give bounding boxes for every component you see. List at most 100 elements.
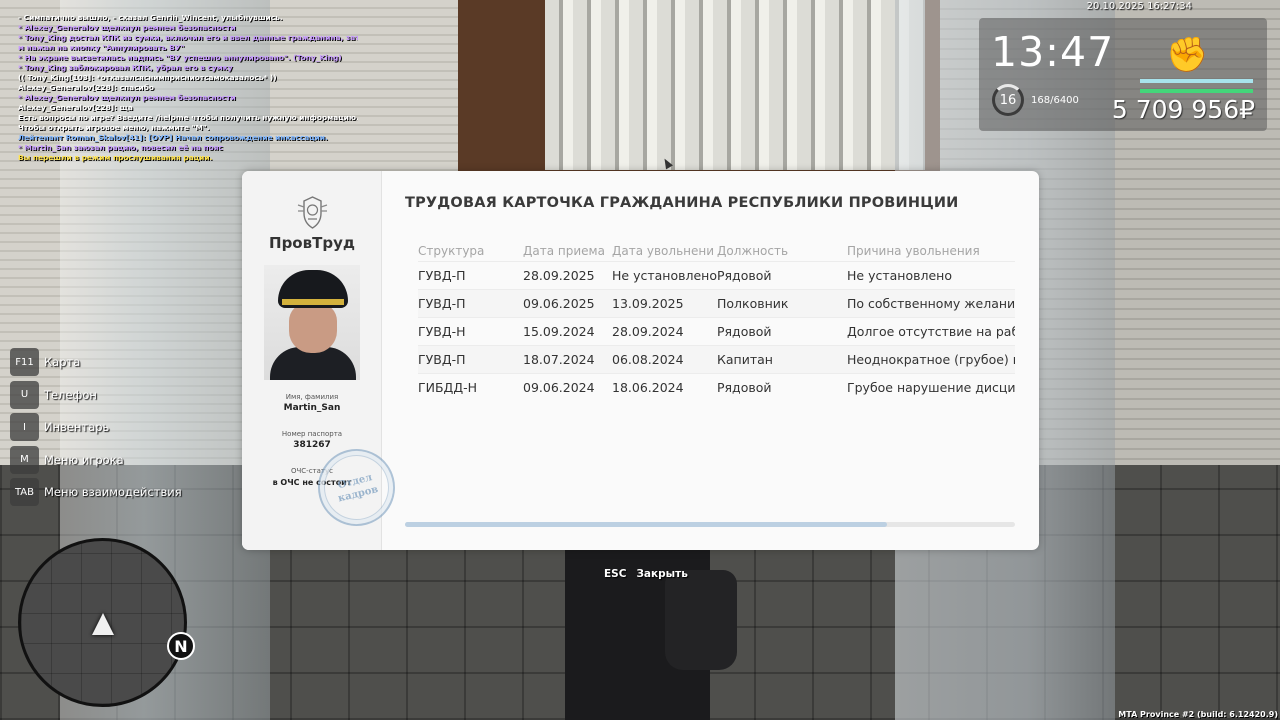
key-f11: F11 <box>10 348 39 377</box>
table-header: Структура Дата приема Дата увольнени Дол… <box>418 241 1015 261</box>
hire-date-cell: 15.09.2024 <box>523 324 595 339</box>
key-u: U <box>10 380 39 409</box>
chat-message: Alexey_Generalov[228]: ща <box>18 103 133 112</box>
server-datetime: 20.10.2025 16:27:34 <box>1086 1 1192 12</box>
keybind-inventory[interactable]: I Инвентарь <box>10 411 182 444</box>
position-cell: Рядовой <box>717 324 772 339</box>
work-record-dialog: ПровТруд Имя, фамилия Martin_San Номер п… <box>242 171 1039 550</box>
position-cell: Рядовой <box>717 268 772 283</box>
structure-cell: ГУВД-П <box>418 296 466 311</box>
reason-cell: Грубое нарушение дисципли <box>847 380 1015 395</box>
keybind-label: Меню взаимодействия <box>44 485 182 500</box>
column-header: Структура <box>418 244 485 258</box>
money-balance: 5 709 956₽ <box>1111 95 1255 124</box>
structure-cell: ГУВД-Н <box>418 324 466 339</box>
passport-label: Номер паспорта <box>281 430 343 438</box>
minimap <box>18 538 187 707</box>
north-compass-icon: N <box>167 632 195 660</box>
esc-key: ESC <box>604 568 627 580</box>
structure-cell: ГИБДД-Н <box>418 380 477 395</box>
keybind-phone[interactable]: U Телефон <box>10 379 182 412</box>
chat-message: * Tony_King достал КПК из сумки, включил… <box>18 33 358 42</box>
hire-date-cell: 28.09.2025 <box>523 268 595 283</box>
employment-table: Структура Дата приема Дата увольнени Дол… <box>418 241 1015 401</box>
window-blinds <box>545 0 925 170</box>
table-row: ГУВД-П 09.06.2025 13.09.2025 Полковник По со… <box>418 289 1015 317</box>
table-row: ГУВД-П 18.07.2024 06.08.2024 Капитан Неоднок… <box>418 345 1015 373</box>
table-row: ГУВД-Н 15.09.2024 28.09.2024 Рядовой Долгое … <box>418 317 1015 345</box>
keybind-player-menu[interactable]: M Меню игрока <box>10 444 182 477</box>
dismissal-date-cell: 13.09.2025 <box>612 296 684 311</box>
reason-cell: Неоднократное (грубое) нар <box>847 352 1015 367</box>
keybind-interaction-menu[interactable]: TAB Меню взаимодействия <box>10 476 182 509</box>
chat-message: Лейтенант Roman_Skalov[41]: [ОУР] Начал … <box>18 133 328 142</box>
hire-date-cell: 09.06.2025 <box>523 296 595 311</box>
health-bar <box>1140 79 1253 83</box>
horizontal-scrollbar[interactable] <box>405 522 1015 527</box>
dismissal-date-cell: 06.08.2024 <box>612 352 684 367</box>
structure-cell: ГУВД-П <box>418 268 466 283</box>
scrollbar-thumb[interactable] <box>405 522 887 527</box>
hire-date-cell: 09.06.2024 <box>523 380 595 395</box>
dismissal-date-cell: 28.09.2024 <box>612 324 684 339</box>
chat-message: (( Tony_King[103]: *отказалсяснимприснио… <box>18 73 277 82</box>
table-row: ГУВД-П 28.09.2025 Не установлено Рядовой Не … <box>418 261 1015 289</box>
chat-message: * Martin_San заюзал рацию, повесил её на… <box>18 143 223 152</box>
reason-cell: По собственному желанию. <box>847 296 1015 311</box>
keybind-label: Инвентарь <box>44 420 110 435</box>
photo-face <box>289 303 337 353</box>
column-header: Дата увольнени <box>612 244 715 258</box>
position-cell: Капитан <box>717 352 773 367</box>
table-row: ГИБДД-Н 09.06.2024 18.06.2024 Рядовой Грубое… <box>418 373 1015 401</box>
armor-bar <box>1140 89 1253 93</box>
level-indicator: 16 <box>992 84 1024 116</box>
close-label: Закрыть <box>636 568 688 580</box>
column-header: Должность <box>717 244 789 258</box>
chat-message: Alexey_Generalov[228]: спасибо <box>18 83 154 92</box>
chat-message: * Alexey_Generalov щелкнул ремнем безопа… <box>18 93 236 102</box>
key-i: I <box>10 413 39 442</box>
hire-date-cell: 18.07.2024 <box>523 352 595 367</box>
structure-cell: ГУВД-П <box>418 352 466 367</box>
photo-cap-band <box>282 299 344 305</box>
reason-cell: Долгое отсутствие на рабоче <box>847 324 1015 339</box>
column-header: Дата приема <box>523 244 605 258</box>
fist-icon: ✊ <box>1166 35 1209 75</box>
chat-message: * Tony_King заблокировал КПК, убрал его … <box>18 63 233 72</box>
position-cell: Рядовой <box>717 380 772 395</box>
xp-progress: 168/6400 <box>1031 95 1079 106</box>
chat-message: * Alexey_Generalov щелкнул ремнем безопа… <box>18 23 236 32</box>
keybind-label: Меню игрока <box>44 452 124 467</box>
chat-message: * На экране высветилась надпись "ВУ успе… <box>18 53 342 62</box>
chat-log: - Симпатично вышло, - сказал Genrih_Winc… <box>18 13 358 163</box>
keybind-label: Карта <box>44 355 81 370</box>
reason-cell: Не установлено <box>847 268 952 283</box>
keybind-menu: F11 Карта U Телефон I Инвентарь M Меню и… <box>10 346 182 509</box>
chat-message: - Симпатично вышло, - сказал Genrih_Winc… <box>18 13 283 22</box>
citizen-photo <box>264 265 360 380</box>
dismissal-date-cell: 18.06.2024 <box>612 380 684 395</box>
game-clock: 13:47 <box>991 28 1115 76</box>
player-arrow-icon <box>92 613 114 635</box>
player-bag <box>665 570 737 670</box>
coat-of-arms-icon <box>297 196 328 229</box>
chat-message: Чтобы открыть игровое меню, нажмите "М". <box>18 123 210 132</box>
organization-name: ПровТруд <box>269 234 355 252</box>
chat-message: Вы перешли в режим прослушивания рации. <box>18 153 213 162</box>
level-value: 16 <box>999 92 1017 108</box>
hud-panel: 13:47 16 168/6400 ✊ 5 709 956₽ <box>979 18 1267 131</box>
key-m: M <box>10 445 39 474</box>
dismissal-date-cell: Не установлено <box>612 268 717 283</box>
close-hint[interactable]: ESC Закрыть <box>604 568 688 580</box>
document-title: ТРУДОВАЯ КАРТОЧКА ГРАЖДАНИНА РЕСПУБЛИКИ … <box>405 195 959 211</box>
name-label: Имя, фамилия <box>285 393 339 401</box>
position-cell: Полковник <box>717 296 789 311</box>
keybind-map[interactable]: F11 Карта <box>10 346 182 379</box>
work-record-content: ТРУДОВАЯ КАРТОЧКА ГРАЖДАНИНА РЕСПУБЛИКИ … <box>383 171 1039 550</box>
citizen-name: Martin_San <box>283 403 341 413</box>
keybind-label: Телефон <box>44 387 97 402</box>
citizen-info-panel: ПровТруд Имя, фамилия Martin_San Номер п… <box>242 171 404 550</box>
chat-message: м нажал на кнопку "Аннулировать ВУ" <box>18 43 185 52</box>
key-tab: TAB <box>10 478 39 507</box>
build-version: MTA Province #2 (build: 6.12420.9) <box>1118 710 1278 719</box>
